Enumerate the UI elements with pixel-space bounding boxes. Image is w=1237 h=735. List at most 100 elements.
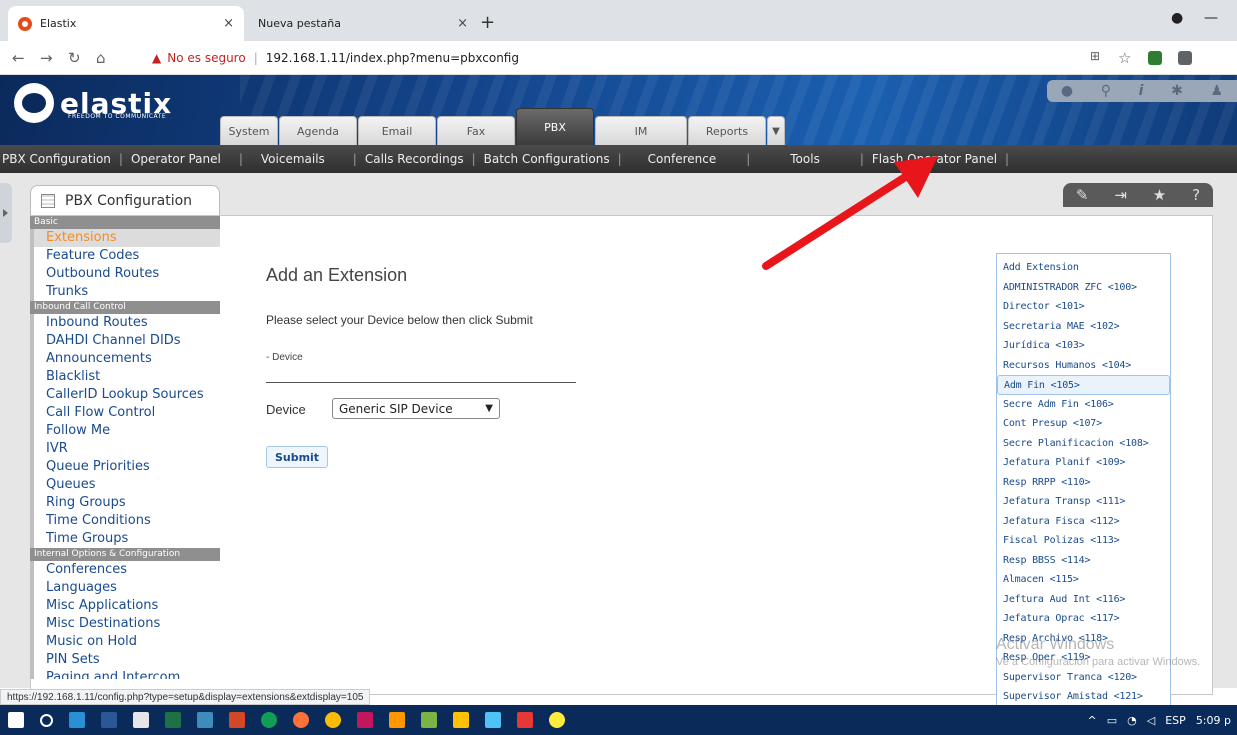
menu-item-languages[interactable]: Languages (30, 579, 220, 597)
tab-reports[interactable]: Reports (688, 116, 766, 145)
app-icon[interactable] (389, 712, 405, 728)
info-icon[interactable]: i (1139, 83, 1144, 99)
close-tab-icon[interactable]: × (457, 16, 468, 31)
menu-item-feature-codes[interactable]: Feature Codes (30, 247, 220, 265)
extension-list-item[interactable]: ADMINISTRADOR ZFC <100> (997, 278, 1170, 298)
submit-button[interactable]: Submit (266, 446, 328, 468)
menu-item-time-conditions[interactable]: Time Conditions (30, 512, 220, 530)
help-icon[interactable]: ? (1192, 186, 1200, 204)
task-view-icon[interactable] (69, 712, 85, 728)
firefox-icon[interactable] (293, 712, 309, 728)
extension-list-item[interactable]: Jefatura Transp <111> (997, 492, 1170, 512)
subnav-operator-panel[interactable]: Operator Panel (123, 152, 229, 166)
menu-item-ring-groups[interactable]: Ring Groups (30, 494, 220, 512)
extension-list-item[interactable]: Supervisor Tranca <120> (997, 668, 1170, 688)
menu-item-announcements[interactable]: Announcements (30, 350, 220, 368)
menu-item-follow-me[interactable]: Follow Me (30, 422, 220, 440)
close-tab-icon[interactable]: × (223, 16, 234, 31)
menu-item-outbound-routes[interactable]: Outbound Routes (30, 265, 220, 283)
search-icon[interactable] (40, 713, 53, 727)
tab-system[interactable]: System (220, 116, 278, 145)
wifi-icon[interactable]: ◔ (1127, 714, 1137, 727)
url-text[interactable]: 192.168.1.11/index.php?menu=pbxconfig (266, 51, 519, 65)
subnav-conference[interactable]: Conference (622, 152, 725, 166)
menu-item-dahdi-channel-dids[interactable]: DAHDI Channel DIDs (30, 332, 220, 350)
menu-item-music-on-hold[interactable]: Music on Hold (30, 633, 220, 651)
menu-item-ivr[interactable]: IVR (30, 440, 220, 458)
windows-start-icon[interactable] (8, 712, 24, 728)
tray-chevron-icon[interactable]: ^ (1088, 714, 1097, 727)
shield-extension-icon[interactable] (1148, 51, 1162, 65)
translate-icon[interactable]: ⊞ (1090, 49, 1100, 63)
media-icon[interactable] (517, 712, 533, 728)
address-bar[interactable]: ▲ No es seguro | 192.168.1.11/index.php?… (152, 46, 1082, 70)
chrome-icon[interactable] (325, 712, 341, 728)
browser-tab-elastix[interactable]: Elastix × (8, 6, 244, 41)
menu-item-pin-sets[interactable]: PIN Sets (30, 651, 220, 669)
menu-item-queues[interactable]: Queues (30, 476, 220, 494)
menu-item-call-flow-control[interactable]: Call Flow Control (30, 404, 220, 422)
app-icon[interactable] (421, 712, 437, 728)
menu-item-callerid-lookup-sources[interactable]: CallerID Lookup Sources (30, 386, 220, 404)
profile-icon[interactable]: ● (1171, 10, 1183, 26)
excel-icon[interactable] (165, 712, 181, 728)
language-indicator[interactable]: ESP (1165, 714, 1186, 727)
tab-email[interactable]: Email (358, 116, 436, 145)
extension-list-item[interactable]: Secre Planificacion <108> (997, 434, 1170, 454)
minimize-icon[interactable]: — (1204, 10, 1218, 26)
extension-list-item[interactable]: Jefatura Planif <109> (997, 453, 1170, 473)
volume-icon[interactable]: ◁ (1147, 714, 1155, 727)
app-icon[interactable] (485, 712, 501, 728)
app-icon[interactable] (549, 712, 565, 728)
sidebar-toggle-icon[interactable] (0, 183, 12, 243)
clock[interactable]: 5:09 p (1196, 714, 1231, 727)
edit-icon[interactable]: ✎ (1076, 186, 1089, 204)
color-drop-icon[interactable]: ● (1061, 83, 1073, 99)
subnav-pbx-configuration[interactable]: PBX Configuration (0, 152, 119, 166)
tab-pbx[interactable]: PBX (516, 108, 594, 145)
bookmark-star-icon[interactable]: ☆ (1118, 49, 1131, 67)
tab-agenda[interactable]: Agenda (279, 116, 357, 145)
extension-icon[interactable] (1178, 51, 1192, 65)
pdf-icon[interactable] (357, 712, 373, 728)
extension-list-item[interactable]: Jefatura Fisca <112> (997, 512, 1170, 532)
menu-item-time-groups[interactable]: Time Groups (30, 530, 220, 548)
menu-item-extensions[interactable]: Extensions (30, 229, 220, 247)
menu-item-inbound-routes[interactable]: Inbound Routes (30, 314, 220, 332)
reload-icon[interactable]: ↻ (68, 49, 81, 67)
subnav-batch-configurations[interactable]: Batch Configurations (476, 152, 618, 166)
extension-list-item[interactable]: Director <101> (997, 297, 1170, 317)
extension-list-item[interactable]: Fiscal Polizas <113> (997, 531, 1170, 551)
new-tab-button[interactable]: + (480, 12, 495, 33)
tab-im[interactable]: IM (595, 116, 687, 145)
extension-list-item[interactable]: Recursos Humanos <104> (997, 356, 1170, 376)
collapse-icon[interactable]: ⇥ (1114, 186, 1127, 204)
back-icon[interactable]: ← (12, 49, 25, 67)
extension-list-item[interactable]: Secre Adm Fin <106> (997, 395, 1170, 415)
folder-icon[interactable] (453, 712, 469, 728)
word-icon[interactable] (101, 712, 117, 728)
menu-item-queue-priorities[interactable]: Queue Priorities (30, 458, 220, 476)
subnav-voicemails[interactable]: Voicemails (243, 152, 333, 166)
home-icon[interactable]: ⌂ (96, 49, 106, 67)
menu-item-misc-applications[interactable]: Misc Applications (30, 597, 220, 615)
extension-list-item[interactable]: Jefatura Oprac <117> (997, 609, 1170, 629)
browser-tab-new[interactable]: Nueva pestaña × (248, 6, 478, 41)
tab-fax[interactable]: Fax (437, 116, 515, 145)
extension-list-item[interactable]: Add Extension (997, 258, 1170, 278)
device-select[interactable]: Generic SIP Device ▼ (332, 398, 500, 419)
menu-item-paging-and-intercom[interactable]: Paging and Intercom (30, 669, 220, 679)
menu-item-blacklist[interactable]: Blacklist (30, 368, 220, 386)
user-icon[interactable]: ♟ (1211, 83, 1224, 99)
explorer-icon[interactable] (197, 712, 213, 728)
extension-list-item-selected[interactable]: Adm Fin <105> (997, 375, 1170, 395)
forward-icon[interactable]: → (40, 49, 53, 67)
extension-list-item[interactable]: Jeftura Aud Int <116> (997, 590, 1170, 610)
extension-list-item[interactable]: Cont Presup <107> (997, 414, 1170, 434)
extension-list-item[interactable]: Resp RRPP <110> (997, 473, 1170, 493)
security-label[interactable]: No es seguro (167, 51, 245, 65)
addons-icon[interactable]: ✱ (1171, 83, 1183, 99)
menu-item-trunks[interactable]: Trunks (30, 283, 220, 301)
store-icon[interactable] (133, 712, 149, 728)
edge-icon[interactable] (261, 712, 277, 728)
